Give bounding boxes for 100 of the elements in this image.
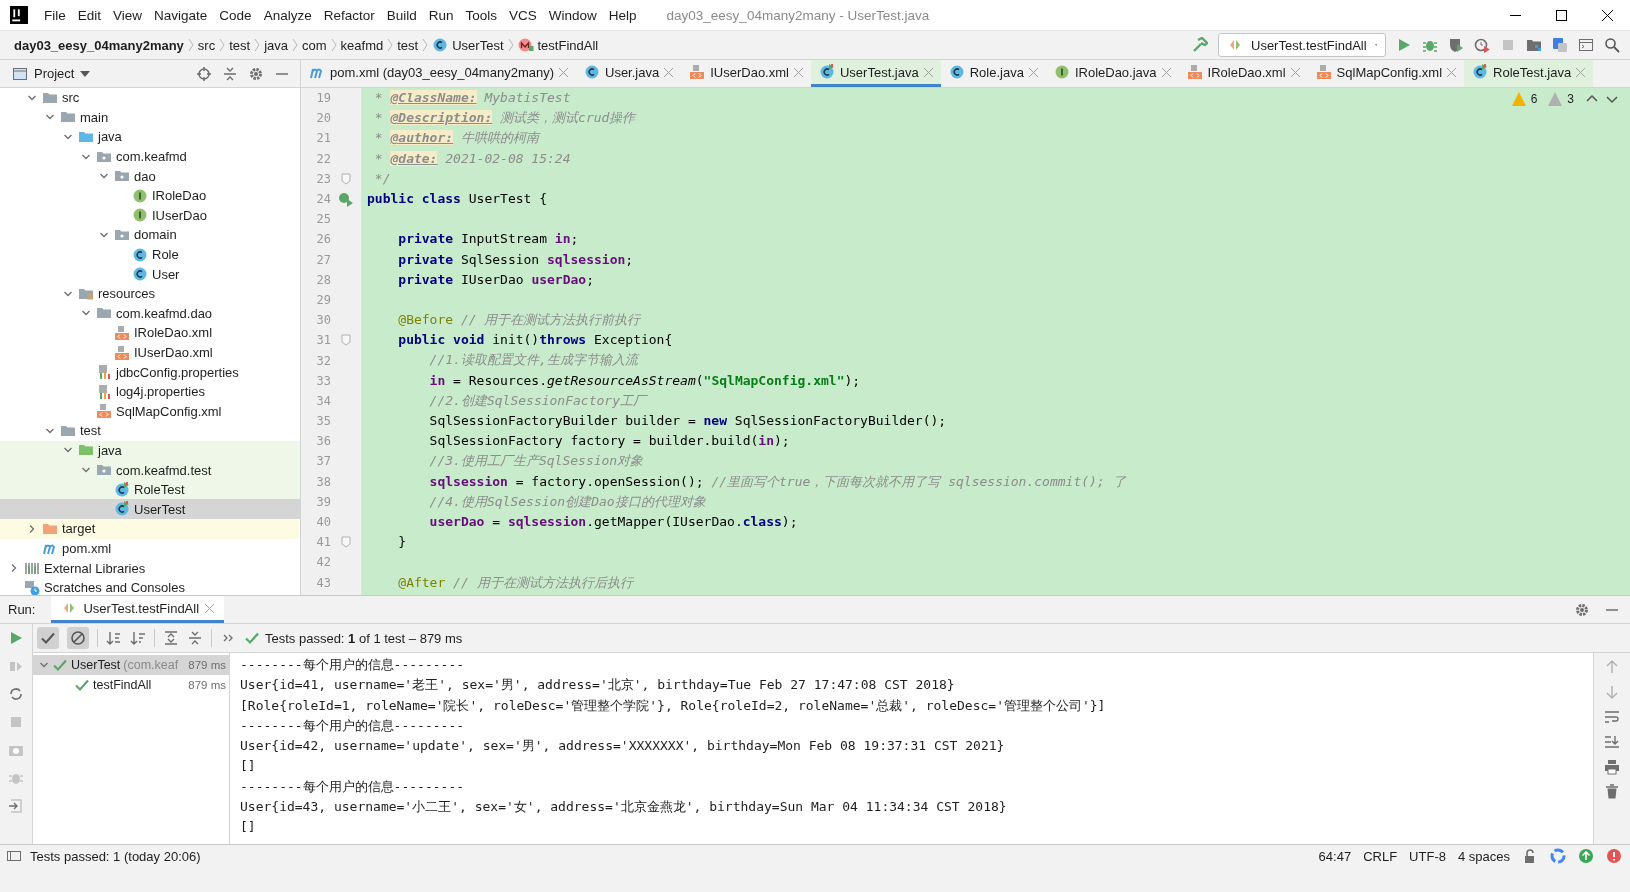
editor-tab[interactable]: UserTest.java [810, 60, 941, 87]
show-passed-toggle[interactable] [37, 627, 59, 649]
chevron-down-icon[interactable] [63, 132, 73, 142]
editor-tab[interactable]: IRoleDao.java [1045, 60, 1179, 87]
project-structure-icon[interactable] [1526, 37, 1542, 53]
menu-item[interactable]: Help [602, 4, 643, 26]
menu-item[interactable]: File [38, 4, 72, 26]
chevron-down-icon[interactable] [39, 660, 49, 670]
tree-item[interactable]: resources [0, 283, 300, 304]
panel-toggle-icon[interactable] [6, 848, 22, 864]
tree-item[interactable]: dao [0, 166, 300, 186]
window-layout-icon[interactable] [1578, 37, 1594, 53]
editor-tab[interactable]: User.java [576, 60, 682, 87]
tree-item[interactable]: SqlMapConfig.xml [0, 401, 300, 422]
tree-item[interactable]: Role [0, 244, 300, 265]
shield-icon[interactable] [1448, 37, 1464, 53]
tree-item[interactable]: log4j.properties [0, 381, 300, 402]
tree-item[interactable]: main [0, 107, 300, 128]
breadcrumb[interactable]: java [260, 37, 293, 53]
breadcrumb[interactable]: test [225, 37, 255, 53]
breadcrumb[interactable]: src [193, 37, 220, 53]
menu-item[interactable]: Build [380, 4, 423, 26]
rerun-icon[interactable] [8, 630, 24, 646]
run-config-dropdown[interactable]: UserTest.testFindAll [1218, 33, 1386, 57]
tree-item[interactable]: com.keafmd [0, 146, 300, 167]
close-icon[interactable] [1601, 9, 1613, 21]
tree-item[interactable]: com.keafmd.dao [0, 303, 300, 324]
locate-icon[interactable] [196, 65, 212, 82]
error-icon[interactable] [1606, 848, 1622, 864]
editor-tab[interactable]: Role.java [940, 60, 1046, 87]
test-item[interactable]: testFindAll 879 ms [33, 675, 229, 695]
chevron-right-icon[interactable] [27, 523, 37, 534]
editor-tab[interactable]: IRoleDao.xml [1178, 60, 1308, 87]
show-ignored-toggle[interactable] [67, 627, 89, 649]
sort-alpha-icon[interactable] [106, 630, 122, 646]
menu-item[interactable]: Window [542, 4, 603, 26]
settings-icon[interactable] [1574, 601, 1590, 618]
menu-item[interactable]: Code [213, 4, 258, 26]
tree-item[interactable]: External Libraries [0, 558, 300, 578]
editor-tab[interactable]: RoleTest.java [1464, 60, 1594, 87]
indent-setting[interactable]: 4 spaces [1457, 848, 1510, 864]
test-item[interactable]: UserTest (com.keaf 879 ms [33, 655, 229, 675]
tree-item[interactable]: jdbcConfig.properties [0, 362, 300, 382]
tree-item[interactable]: target [0, 519, 300, 539]
run-tab[interactable]: UserTest.testFindAll [51, 596, 225, 623]
menu-item[interactable]: Tools [459, 4, 503, 26]
tree-item[interactable]: IUserDao [0, 205, 300, 226]
collapse-all-icon[interactable] [222, 65, 238, 82]
expand-all-icon[interactable] [163, 630, 179, 646]
menu-item[interactable]: Refactor [317, 4, 381, 26]
settings-icon[interactable] [248, 65, 264, 82]
tree-item[interactable]: RoleTest [0, 479, 300, 500]
breadcrumb[interactable]: UserTest [428, 37, 508, 53]
tree-item[interactable]: IUserDao.xml [0, 342, 300, 363]
breadcrumb[interactable]: test [393, 37, 423, 53]
chevron-right-icon[interactable] [9, 563, 19, 574]
menu-item[interactable]: VCS [503, 4, 543, 26]
tree-item[interactable]: IRoleDao [0, 185, 300, 206]
soft-wrap-icon[interactable] [1604, 709, 1620, 725]
breadcrumb[interactable]: com [298, 37, 331, 53]
line-separator[interactable]: CRLF [1363, 848, 1398, 864]
update-icon[interactable] [1578, 848, 1594, 864]
tree-item[interactable]: pom.xml [0, 538, 300, 559]
tree-item[interactable]: com.keafmd.test [0, 460, 300, 480]
editor-tab[interactable]: IUserDao.xml [681, 60, 811, 87]
menu-item[interactable]: View [107, 4, 149, 26]
maximize-icon[interactable] [1555, 9, 1567, 21]
breadcrumb[interactable]: keafmd [336, 37, 388, 53]
sort-duration-icon[interactable] [130, 630, 146, 646]
menu-item[interactable]: Analyze [257, 4, 318, 26]
tree-item[interactable]: src [0, 88, 300, 108]
trash-icon[interactable] [1604, 784, 1620, 800]
breadcrumb[interactable]: testFindAll [513, 37, 603, 53]
tree-item[interactable]: java [0, 440, 300, 461]
translate-icon[interactable] [1552, 37, 1568, 53]
profiler-icon[interactable] [1474, 37, 1490, 53]
collapse-all-icon[interactable] [187, 630, 203, 646]
file-encoding[interactable]: UTF-8 [1409, 848, 1446, 864]
menu-item[interactable]: Edit [71, 4, 108, 26]
run-icon[interactable] [1396, 37, 1412, 53]
weak-warning-count[interactable]: 3 [1567, 92, 1574, 106]
scroll-to-end-icon[interactable] [1604, 734, 1620, 750]
tree-item[interactable]: IRoleDao.xml [0, 323, 300, 343]
run-test-icon[interactable] [338, 191, 354, 208]
toggle-auto-test-icon[interactable] [8, 686, 24, 702]
breadcrumb[interactable]: day03_eesy_04many2many [10, 37, 188, 53]
editor-tab[interactable]: pom.xml (day03_eesy_04many2many) [301, 60, 576, 87]
tree-item[interactable]: UserTest [0, 499, 300, 520]
search-icon[interactable] [1604, 37, 1620, 53]
menu-item[interactable]: Run [422, 4, 460, 26]
print-icon[interactable] [1604, 759, 1620, 775]
tree-item[interactable]: Scratches and Consoles [0, 577, 300, 595]
menu-item[interactable]: Navigate [148, 4, 214, 26]
cursor-position[interactable]: 64:47 [1318, 848, 1352, 864]
warning-count[interactable]: 6 [1530, 92, 1538, 106]
editor-tab[interactable]: SqlMapConfig.xml [1307, 60, 1465, 87]
tree-item[interactable]: java [0, 127, 300, 147]
exit-icon[interactable] [8, 798, 24, 814]
tree-item[interactable]: test [0, 421, 300, 441]
tree-item[interactable]: domain [0, 225, 300, 245]
